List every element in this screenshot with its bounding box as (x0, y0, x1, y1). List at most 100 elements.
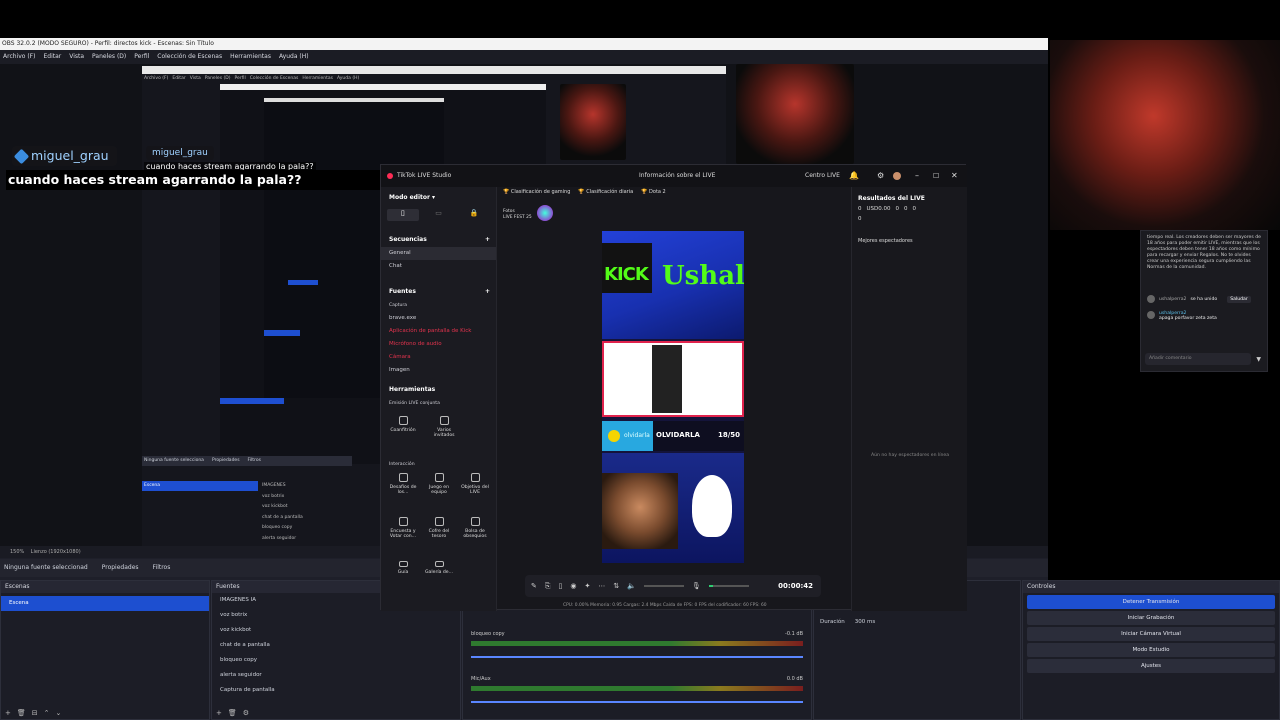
fest-icon[interactable] (537, 205, 553, 221)
multi-guest-tool[interactable]: Varios invitados (428, 416, 460, 456)
menu-vista[interactable]: Vista (69, 50, 84, 64)
menu-coleccion[interactable]: Colección de Escenas (157, 50, 222, 64)
gear-icon[interactable]: ⚙ (877, 165, 884, 187)
add-source-icon[interactable]: + (485, 285, 490, 299)
volume-slider[interactable] (471, 656, 803, 658)
poll-tool[interactable]: Encuesta y Votar con... (387, 517, 419, 557)
guide-tool[interactable]: Guía (387, 561, 419, 575)
tab-dota[interactable]: 🏆 Dota 2 (641, 189, 666, 195)
avatar[interactable] (893, 172, 901, 180)
zoom-level[interactable]: 150% (10, 549, 24, 555)
live-timer: 00:00:42 (778, 582, 813, 590)
menu-perfil[interactable]: Perfil (134, 50, 149, 64)
source-item[interactable]: bloqueo copy (212, 653, 460, 668)
source-item[interactable]: alerta seguidor (212, 668, 460, 683)
tt-source-item[interactable]: Aplicación de pantalla de Kick (381, 325, 496, 338)
studio-mode-button[interactable]: Modo Estudio (1027, 643, 1275, 657)
properties-button[interactable]: Propiedades (102, 559, 139, 577)
scene-filter-icon[interactable]: ⊟ (32, 709, 38, 717)
camera-icon[interactable]: ⎘ (545, 582, 551, 591)
nested-menu-item: Colección de Escenas (249, 76, 299, 81)
menu-ayuda[interactable]: Ayuda (H) (279, 50, 309, 64)
tt-source-item[interactable]: Captura (381, 299, 496, 312)
menu-paneles[interactable]: Paneles (D) (92, 50, 126, 64)
vertical-icon[interactable]: ▯ (387, 209, 419, 221)
tt-source-item[interactable]: brave.exe (381, 312, 496, 325)
challenges-tool[interactable]: Desafíos de los... (387, 473, 419, 513)
speaker-slider[interactable] (643, 585, 684, 587)
best-viewers-tab[interactable]: Mejores espectadores (852, 226, 967, 256)
scene-item[interactable]: Escena (1, 596, 209, 611)
tt-source-item[interactable]: Cámara (381, 351, 496, 364)
joint-tools: Coanfitrión Varios invitados (381, 410, 496, 458)
move-down-icon[interactable]: ⌄ (56, 709, 62, 717)
minimize-icon[interactable]: – (915, 165, 919, 187)
nested-menu-item: Vista (189, 76, 201, 81)
source-item[interactable]: chat de a pantalla (212, 638, 460, 653)
source-item[interactable]: Captura de pantalla (212, 683, 460, 698)
stream-preview-canvas[interactable]: KICK Ushal olvidarla OLVIDARLA 18/50 (602, 231, 744, 563)
close-icon[interactable]: ✕ (951, 165, 958, 187)
start-recording-button[interactable]: Iniciar Grabación (1027, 611, 1275, 625)
nested-selection (288, 280, 318, 285)
lock-icon[interactable]: 🔒 (458, 209, 490, 221)
record-icon[interactable]: ◉ (570, 582, 576, 590)
menu-archivo[interactable]: Archivo (F) (3, 50, 35, 64)
notification-icon[interactable]: 🔔 (849, 165, 859, 187)
add-source-icon[interactable]: + (216, 709, 222, 717)
tab-daily[interactable]: 🏆 Clasificación diaria (578, 189, 633, 195)
start-virtual-cam-button[interactable]: Iniciar Cámara Virtual (1027, 627, 1275, 641)
poll-icon (398, 517, 408, 526)
add-sequence-icon[interactable]: + (485, 233, 490, 247)
mic-icon[interactable]: 🎙 (692, 582, 701, 590)
gallery-tool[interactable]: Galería de... (423, 561, 455, 575)
team-game-tool[interactable]: Juego en equipo (423, 473, 455, 513)
greet-button[interactable]: Saludar (1227, 295, 1251, 303)
settings-button[interactable]: Ajustes (1027, 659, 1275, 673)
mic-slider[interactable] (708, 585, 749, 587)
nested-menu-item: Ayuda (H) (336, 76, 360, 81)
performance-stats: CPU: 0.00% Memoria: 0.95 Cargas: 2.4 Mbp… (563, 603, 767, 608)
tiktok-sidebar: Modo editor ▾ ▯ ▭ 🔒 Secuencias + General … (381, 187, 497, 611)
centro-live-button[interactable]: Centro LIVE (805, 165, 840, 187)
duration-input[interactable]: 300 ms (855, 619, 875, 625)
canvas-res[interactable]: Lienzo (1920x1080) (31, 549, 81, 555)
gift-bag-tool[interactable]: Bolsa de obsequios (459, 517, 491, 557)
add-scene-icon[interactable]: + (5, 709, 11, 717)
effects-icon[interactable]: ✦ (584, 582, 590, 590)
filters-button[interactable]: Filtros (153, 559, 171, 577)
stat-followers: 0 (904, 206, 908, 212)
menu-editar[interactable]: Editar (43, 50, 61, 64)
volume-slider[interactable] (471, 701, 803, 703)
cohost-tool[interactable]: Coanfitrión (387, 416, 419, 456)
comment-input[interactable]: Añadir comentario (1145, 353, 1251, 365)
source-item[interactable]: voz kickbot (212, 623, 460, 638)
stop-streaming-button[interactable]: Detener Transmisión (1027, 595, 1275, 609)
horizontal-icon[interactable]: ▭ (423, 209, 455, 221)
mixer-icon[interactable]: ⇅ (613, 582, 619, 590)
phone-icon[interactable]: ▯ (558, 582, 562, 590)
remove-scene-icon[interactable]: 🗑 (17, 709, 26, 717)
sequence-chat[interactable]: Chat (381, 260, 496, 273)
remove-source-icon[interactable]: 🗑 (228, 709, 237, 717)
speaker-icon[interactable]: 🔈 (627, 582, 636, 590)
live-info-link[interactable]: Información sobre el LIVE (639, 165, 715, 187)
tab-gaming[interactable]: 🏆 Clasificación de gaming (503, 189, 570, 195)
maximize-icon[interactable]: ☐ (933, 165, 939, 187)
chat-text: se ha unido (1190, 296, 1218, 302)
nested-source-item: bloqueo copy (262, 525, 293, 530)
menu-herramientas[interactable]: Herramientas (230, 50, 271, 64)
move-up-icon[interactable]: ⌃ (44, 709, 50, 717)
treasure-tool[interactable]: Cofre del tesoro (423, 517, 455, 557)
source-settings-icon[interactable]: ⚙ (243, 709, 249, 717)
live-goal-tool[interactable]: Objetivo del LIVE (459, 473, 491, 513)
sequence-general[interactable]: General (381, 247, 496, 260)
filter-icon[interactable]: ▼ (1256, 356, 1261, 363)
editor-mode-dropdown[interactable]: Modo editor ▾ (381, 191, 496, 205)
magic-icon[interactable]: ✎ (531, 582, 537, 590)
tt-source-item[interactable]: Imagen (381, 364, 496, 377)
tt-source-item[interactable]: Micrófono de audio (381, 338, 496, 351)
treasure-icon (434, 517, 444, 526)
more-icon[interactable]: ⋯ (598, 582, 605, 590)
live-fest-badge[interactable]: Fotos LIVE FEST 25 (503, 209, 532, 221)
